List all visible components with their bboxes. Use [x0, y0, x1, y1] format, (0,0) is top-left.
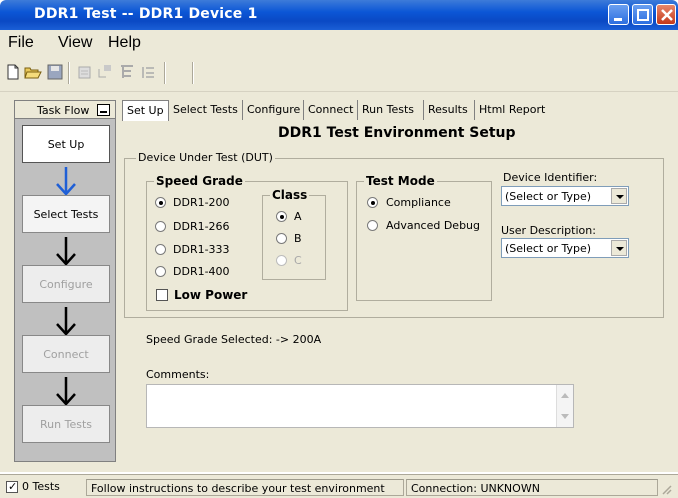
class-label: Class — [270, 188, 310, 202]
tree-icon[interactable] — [118, 63, 136, 81]
menu-file[interactable]: File — [8, 34, 34, 52]
tab-run-tests[interactable]: Run Tests — [357, 100, 418, 120]
speed-ddr1-400-label: DDR1-400 — [173, 265, 230, 278]
close-icon — [661, 9, 673, 21]
arrow-down-icon — [56, 167, 76, 196]
mode-compliance-radio[interactable] — [367, 197, 378, 208]
toolbar — [0, 56, 678, 92]
tab-select-tests[interactable]: Select Tests — [168, 100, 242, 120]
new-icon[interactable] — [4, 63, 22, 81]
task-flow-panel: Task Flow Set Up Select Tests Configure … — [14, 100, 116, 462]
minimize-button[interactable] — [608, 4, 629, 25]
add-icon[interactable] — [96, 63, 114, 81]
tab-connect[interactable]: Connect — [303, 100, 357, 120]
taskflow-step-set-up[interactable]: Set Up — [22, 125, 110, 163]
resize-grip-icon[interactable] — [660, 483, 672, 495]
task-flow-header: Task Flow — [15, 101, 115, 119]
maximize-button[interactable] — [632, 4, 653, 25]
device-identifier-value: (Select or Type) — [505, 190, 592, 203]
toolbar-separator — [164, 62, 166, 84]
class-b-radio[interactable] — [276, 233, 287, 244]
comments-textarea[interactable] — [146, 384, 574, 428]
speed-ddr1-266-label: DDR1-266 — [173, 220, 230, 233]
report-icon[interactable] — [76, 63, 94, 81]
device-identifier-label: Device Identifier: — [503, 171, 598, 184]
comments-label: Comments: — [146, 368, 210, 381]
scroll-down-icon[interactable] — [561, 414, 569, 419]
status-message: Follow instructions to describe your tes… — [86, 479, 404, 496]
save-icon[interactable] — [46, 63, 64, 81]
speed-grade-label: Speed Grade — [154, 174, 245, 188]
list-icon[interactable] — [140, 63, 158, 81]
low-power-label: Low Power — [174, 288, 248, 302]
class-c-label: C — [294, 254, 302, 267]
arrow-down-icon — [56, 377, 76, 406]
speed-ddr1-200-radio[interactable] — [155, 197, 166, 208]
maximize-icon — [637, 9, 649, 21]
scroll-up-icon[interactable] — [561, 393, 569, 398]
tab-results[interactable]: Results — [423, 100, 472, 120]
arrow-down-icon — [56, 307, 76, 336]
menu-help[interactable]: Help — [108, 34, 141, 52]
mode-advanced-debug-radio[interactable] — [367, 220, 378, 231]
comments-scrollbar[interactable] — [556, 385, 573, 427]
class-c-radio[interactable] — [276, 255, 287, 266]
class-a-radio[interactable] — [276, 211, 287, 222]
taskflow-step-connect[interactable]: Connect — [22, 335, 110, 373]
user-description-value: (Select or Type) — [505, 242, 592, 255]
taskflow-step-run-tests[interactable]: Run Tests — [22, 405, 110, 443]
user-description-combo[interactable]: (Select or Type) — [501, 238, 629, 258]
toolbar-separator — [68, 62, 70, 84]
connection-status: Connection: UNKNOWN — [406, 479, 658, 496]
open-icon[interactable] — [24, 63, 42, 81]
speed-ddr1-200-label: DDR1-200 — [173, 196, 230, 209]
status-bar: 0 Tests Follow instructions to describe … — [0, 474, 678, 498]
menu-bar: File View Help — [0, 30, 678, 56]
mode-advanced-debug-label: Advanced Debug — [386, 219, 481, 232]
speed-ddr1-333-label: DDR1-333 — [173, 243, 230, 256]
speed-ddr1-333-radio[interactable] — [155, 244, 166, 255]
arrow-down-icon — [56, 237, 76, 266]
minimize-icon — [614, 18, 622, 21]
speed-grade-selected-text: Speed Grade Selected: -> 200A — [146, 333, 322, 346]
taskflow-step-configure[interactable]: Configure — [22, 265, 110, 303]
task-flow-minimize-button[interactable] — [97, 104, 110, 116]
speed-ddr1-400-radio[interactable] — [155, 266, 166, 277]
mode-compliance-label: Compliance — [386, 196, 451, 209]
class-a-label: A — [294, 210, 302, 223]
chevron-down-icon[interactable] — [611, 240, 627, 256]
taskflow-step-select-tests[interactable]: Select Tests — [22, 195, 110, 233]
menu-view[interactable]: View — [58, 34, 92, 52]
speed-ddr1-266-radio[interactable] — [155, 221, 166, 232]
test-mode-label: Test Mode — [364, 174, 437, 188]
class-b-label: B — [294, 232, 302, 245]
device-identifier-combo[interactable]: (Select or Type) — [501, 186, 629, 206]
tab-configure[interactable]: Configure — [242, 100, 304, 120]
tests-checkbox[interactable] — [6, 480, 18, 493]
chevron-down-icon[interactable] — [611, 188, 627, 204]
user-description-label: User Description: — [501, 224, 596, 237]
task-flow-title: Task Flow — [37, 104, 90, 117]
close-button[interactable] — [656, 4, 676, 25]
window-title: DDR1 Test -- DDR1 Device 1 — [34, 6, 258, 22]
page-title: DDR1 Test Environment Setup — [278, 125, 516, 141]
title-bar: DDR1 Test -- DDR1 Device 1 — [0, 0, 678, 30]
tab-set-up[interactable]: Set Up — [122, 100, 169, 121]
dut-group-label: Device Under Test (DUT) — [136, 151, 275, 164]
tab-html-report[interactable]: Html Report — [474, 100, 549, 120]
tests-count-label: 0 Tests — [22, 480, 60, 493]
task-flow-strip: Set Up Select Tests Configure Connect Ru… — [15, 119, 115, 461]
low-power-checkbox[interactable] — [156, 289, 168, 301]
toolbar-separator — [192, 62, 194, 84]
